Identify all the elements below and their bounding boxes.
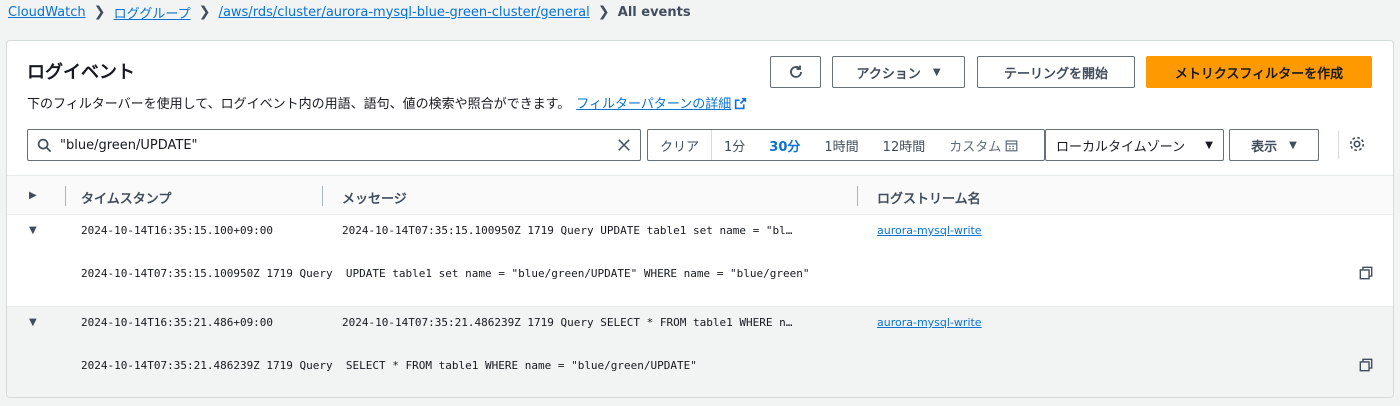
breadcrumb-log-group[interactable]: /aws/rds/cluster/aurora-mysql-blue-green… (219, 5, 590, 20)
column-divider (65, 186, 66, 206)
time-option-1m[interactable]: 1分 (712, 130, 757, 160)
actions-dropdown[interactable]: アクション ▼ (832, 56, 965, 88)
breadcrumb-cloudwatch[interactable]: CloudWatch (8, 5, 86, 20)
search-input[interactable]: "blue/green/UPDATE" (27, 129, 641, 161)
refresh-icon (789, 65, 802, 78)
caret-down-icon: ▼ (1289, 139, 1297, 151)
row-full-message: 2024-10-14T07:35:21.486239Z 1719 Query S… (81, 359, 697, 372)
calendar-icon (1005, 139, 1018, 151)
refresh-button[interactable] (770, 56, 821, 88)
row-message: 2024-10-14T07:35:21.486239Z 1719 Query S… (342, 316, 793, 329)
time-option-1h[interactable]: 1時間 (812, 130, 870, 160)
row-timestamp: 2024-10-14T16:35:21.486+09:00 (81, 316, 274, 329)
chevron-right-icon: ❯ (198, 4, 211, 20)
search-icon (28, 138, 60, 153)
timezone-select[interactable]: ローカルタイムゾーン ▼ (1045, 129, 1224, 161)
time-clear-button[interactable]: クリア (648, 130, 713, 160)
expand-all-icon[interactable]: ▶ (29, 190, 37, 201)
collapse-icon[interactable]: ▼ (29, 317, 37, 328)
time-option-30m[interactable]: 30分 (757, 130, 812, 160)
table-row[interactable]: ▼ 2024-10-14T16:35:15.100+09:00 2024-10-… (7, 215, 1393, 307)
breadcrumb-current: All events (617, 4, 691, 20)
caret-down-icon: ▼ (1205, 139, 1213, 151)
column-timestamp[interactable]: タイムスタンプ (81, 188, 171, 207)
actions-label: アクション (856, 66, 921, 82)
row-message: 2024-10-14T07:35:15.100950Z 1719 Query U… (342, 224, 793, 237)
description-text: 下のフィルターバーを使用して、ログイベント内の用語、語句、値の検索や照合ができま… (27, 97, 571, 112)
row-log-stream-link[interactable]: aurora-mysql-write (877, 316, 982, 329)
start-tailing-button[interactable]: テーリングを開始 (977, 56, 1135, 88)
column-divider[interactable] (322, 186, 323, 206)
column-divider[interactable] (857, 186, 858, 206)
gear-icon[interactable] (1348, 135, 1366, 157)
column-message[interactable]: メッセージ (342, 188, 407, 207)
display-label: 表示 (1251, 139, 1278, 155)
log-events-panel: ログイベント 下のフィルターバーを使用して、ログイベント内の用語、語句、値の検索… (6, 40, 1394, 398)
row-log-stream-link[interactable]: aurora-mysql-write (877, 224, 982, 237)
chevron-right-icon: ❯ (597, 4, 610, 20)
create-metric-filter-button[interactable]: メトリクスフィルターを作成 (1146, 56, 1372, 88)
time-option-12h[interactable]: 12時間 (871, 130, 938, 160)
close-icon[interactable] (608, 138, 640, 152)
row-full-message: 2024-10-14T07:35:15.100950Z 1719 Query U… (81, 267, 810, 280)
time-option-custom[interactable]: カスタム (937, 130, 1030, 160)
copy-icon[interactable] (1359, 358, 1373, 375)
search-value: "blue/green/UPDATE" (60, 137, 198, 153)
display-dropdown[interactable]: 表示 ▼ (1229, 129, 1319, 161)
copy-icon[interactable] (1359, 266, 1373, 283)
breadcrumb-log-groups[interactable]: ロググループ (114, 3, 191, 22)
chevron-right-icon: ❯ (93, 4, 106, 20)
timezone-value: ローカルタイムゾーン (1056, 139, 1186, 155)
time-range-selector: クリア 1分 30分 1時間 12時間 カスタム (647, 129, 1045, 161)
filter-pattern-link[interactable]: フィルターパターンの詳細 (576, 97, 747, 112)
table-header: ▶ タイムスタンプ メッセージ ログストリーム名 (7, 175, 1393, 215)
breadcrumb: CloudWatch ❯ ロググループ ❯ /aws/rds/cluster/a… (8, 0, 691, 24)
page-description: 下のフィルターバーを使用して、ログイベント内の用語、語句、値の検索や照合ができま… (27, 93, 747, 112)
page-title: ログイベント (27, 62, 135, 83)
row-timestamp: 2024-10-14T16:35:15.100+09:00 (81, 224, 274, 237)
external-link-icon (735, 97, 747, 110)
table-row[interactable]: ▼ 2024-10-14T16:35:21.486+09:00 2024-10-… (7, 307, 1393, 397)
collapse-icon[interactable]: ▼ (29, 225, 37, 236)
caret-down-icon: ▼ (932, 66, 941, 78)
divider (1338, 131, 1339, 159)
column-log-stream[interactable]: ログストリーム名 (877, 188, 981, 207)
